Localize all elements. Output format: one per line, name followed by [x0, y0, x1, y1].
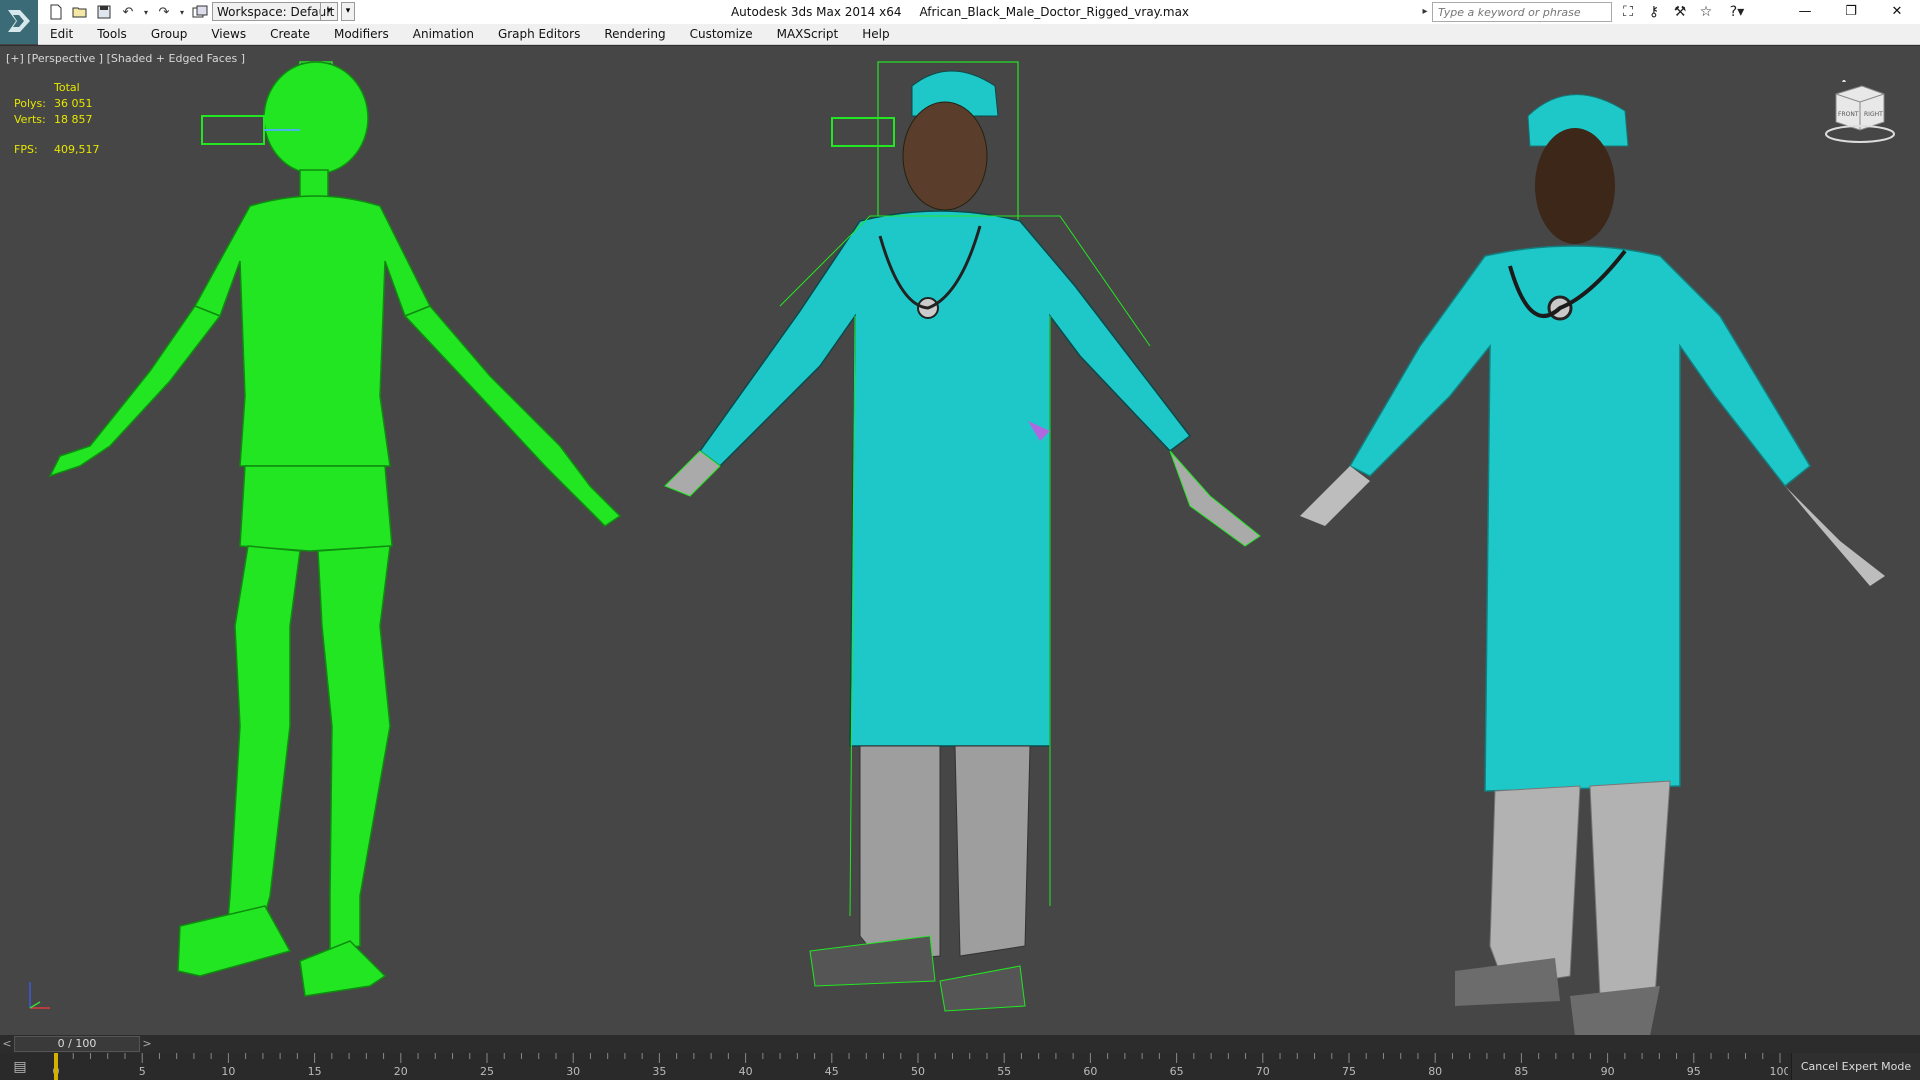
track-bar: ▤ 05101520253035404550556065707580859095… — [0, 1053, 1920, 1080]
chevron-down-icon: ▾ — [320, 3, 337, 20]
app-name: Autodesk 3ds Max 2014 x64 — [730, 5, 902, 19]
star-icon[interactable]: ☆ — [1696, 2, 1716, 22]
fps-label: FPS: — [14, 143, 38, 156]
menu-edit[interactable]: Edit — [38, 24, 85, 44]
current-frame-indicator[interactable] — [54, 1053, 58, 1080]
previous-frame-icon[interactable]: < — [0, 1035, 14, 1053]
ruler-tick-label: 90 — [1601, 1065, 1615, 1078]
biped-skeleton-figure[interactable] — [48, 61, 622, 997]
viewcube-front-label: FRONT — [1838, 111, 1859, 118]
menu-group[interactable]: Group — [139, 24, 200, 44]
ruler-tick-label: 100 — [1770, 1065, 1789, 1078]
3ds-max-window: ↶ ▾ ↷ ▾ Workspace: Default ▾ ▾ Autodesk … — [0, 0, 1920, 1080]
verts-value: 18 857 — [54, 113, 93, 126]
search-expand-icon[interactable]: ▸ — [1419, 3, 1431, 21]
restore-icon[interactable]: ❐ — [1828, 0, 1874, 24]
ruler-tick-label: 30 — [566, 1065, 580, 1078]
ruler-tick-label: 20 — [394, 1065, 408, 1078]
polys-label: Polys: — [14, 97, 46, 110]
project-folder-icon[interactable] — [190, 3, 210, 21]
max-logo-icon — [8, 10, 30, 32]
viewcube[interactable]: FRONT RIGHT — [1822, 78, 1902, 154]
mini-curve-editor-icon[interactable]: ▤ — [8, 1058, 32, 1076]
ruler-tick-label: 25 — [480, 1065, 494, 1078]
file-name: African_Black_Male_Doctor_Rigged_vray.ma… — [919, 5, 1190, 19]
ruler-tick-label: 5 — [139, 1065, 146, 1078]
ruler-tick-label: 50 — [911, 1065, 925, 1078]
workspace-flyout-icon[interactable]: ▾ — [341, 2, 355, 21]
ruler-tick-label: 10 — [221, 1065, 235, 1078]
app-menu-button[interactable] — [0, 0, 38, 44]
binoculars-icon[interactable]: ⛶ — [1618, 2, 1638, 22]
key-icon[interactable]: ⚷ — [1644, 2, 1664, 22]
ruler-tick-label: 60 — [1083, 1065, 1097, 1078]
ruler-tick-label: 85 — [1514, 1065, 1528, 1078]
menu-graph-editors[interactable]: Graph Editors — [486, 24, 592, 44]
frame-ruler[interactable]: 0510152025303540455055606570758085909510… — [48, 1053, 1788, 1080]
ruler-tick-label: 35 — [652, 1065, 666, 1078]
ruler-tick-label: 80 — [1428, 1065, 1442, 1078]
stats-total-label: Total — [54, 81, 80, 94]
redo-icon[interactable]: ↷ — [154, 3, 174, 21]
menu-views[interactable]: Views — [199, 24, 258, 44]
new-icon[interactable] — [46, 3, 66, 21]
ruler-tick-label: 75 — [1342, 1065, 1356, 1078]
viewport-label-menu[interactable]: [+] [Perspective ] [Shaded + Edged Faces… — [6, 52, 245, 65]
next-frame-icon[interactable]: > — [140, 1035, 154, 1053]
viewcube-right-label: RIGHT — [1864, 111, 1883, 118]
infocenter-toolbar: ⛶ ⚷ ⚒ ☆ ?▾ — [1618, 2, 1752, 22]
scene-statistics: Total Polys: 36 051 Verts: 18 857 FPS: 409,… — [14, 80, 134, 158]
fps-value: 409,517 — [54, 143, 100, 156]
menu-create[interactable]: Create — [258, 24, 322, 44]
ruler-tick-label: 40 — [739, 1065, 753, 1078]
ruler-tick-label: 95 — [1687, 1065, 1701, 1078]
ruler-tick-label: 45 — [825, 1065, 839, 1078]
search-input[interactable] — [1432, 2, 1612, 22]
menu-rendering[interactable]: Rendering — [592, 24, 677, 44]
viewcube-icon: FRONT RIGHT — [1825, 78, 1895, 143]
menu-bar: Edit Tools Group Views Create Modifiers … — [38, 24, 1920, 45]
help-icon[interactable]: ?▾ — [1722, 2, 1752, 22]
menu-animation[interactable]: Animation — [401, 24, 486, 44]
search-subscription-icon[interactable]: ⚒ — [1670, 2, 1690, 22]
save-icon[interactable] — [94, 3, 114, 21]
axis-tripod-icon — [22, 976, 62, 1020]
undo-dropdown-icon[interactable]: ▾ — [142, 3, 150, 21]
cancel-expert-mode-button[interactable]: Cancel Expert Mode — [1791, 1053, 1920, 1080]
shaded-doctor-figure[interactable] — [1300, 94, 1885, 1036]
close-icon[interactable]: ✕ — [1874, 0, 1920, 24]
window-controls: — ❐ ✕ — [1782, 0, 1920, 24]
menu-tools[interactable]: Tools — [85, 24, 139, 44]
quick-access-toolbar: ↶ ▾ ↷ ▾ — [46, 3, 210, 21]
time-slider: < 0 / 100 > — [0, 1035, 1920, 1053]
menu-modifiers[interactable]: Modifiers — [322, 24, 401, 44]
perspective-viewport[interactable]: [+] [Perspective ] [Shaded + Edged Faces… — [0, 45, 1920, 1036]
wireframe-doctor-figure[interactable] — [664, 61, 1261, 1012]
undo-icon[interactable]: ↶ — [118, 3, 138, 21]
ruler-tick-label: 65 — [1170, 1065, 1184, 1078]
ruler-tick-label: 55 — [997, 1065, 1011, 1078]
title-bar: ↶ ▾ ↷ ▾ Workspace: Default ▾ ▾ Autodesk … — [0, 0, 1920, 44]
menu-help[interactable]: Help — [850, 24, 901, 44]
ruler-tick-label: 15 — [308, 1065, 322, 1078]
polys-value: 36 051 — [54, 97, 93, 110]
menu-customize[interactable]: Customize — [678, 24, 765, 44]
verts-label: Verts: — [14, 113, 46, 126]
menu-maxscript[interactable]: MAXScript — [765, 24, 851, 44]
redo-dropdown-icon[interactable]: ▾ — [178, 3, 186, 21]
open-icon[interactable] — [70, 3, 90, 21]
workspace-label: Workspace: Default — [217, 5, 335, 19]
workspace-dropdown[interactable]: Workspace: Default ▾ — [212, 2, 338, 21]
ruler-tick-label: 70 — [1256, 1065, 1270, 1078]
minimize-icon[interactable]: — — [1782, 0, 1828, 24]
time-slider-thumb[interactable]: 0 / 100 — [14, 1036, 140, 1052]
scene-render — [48, 61, 1885, 1036]
